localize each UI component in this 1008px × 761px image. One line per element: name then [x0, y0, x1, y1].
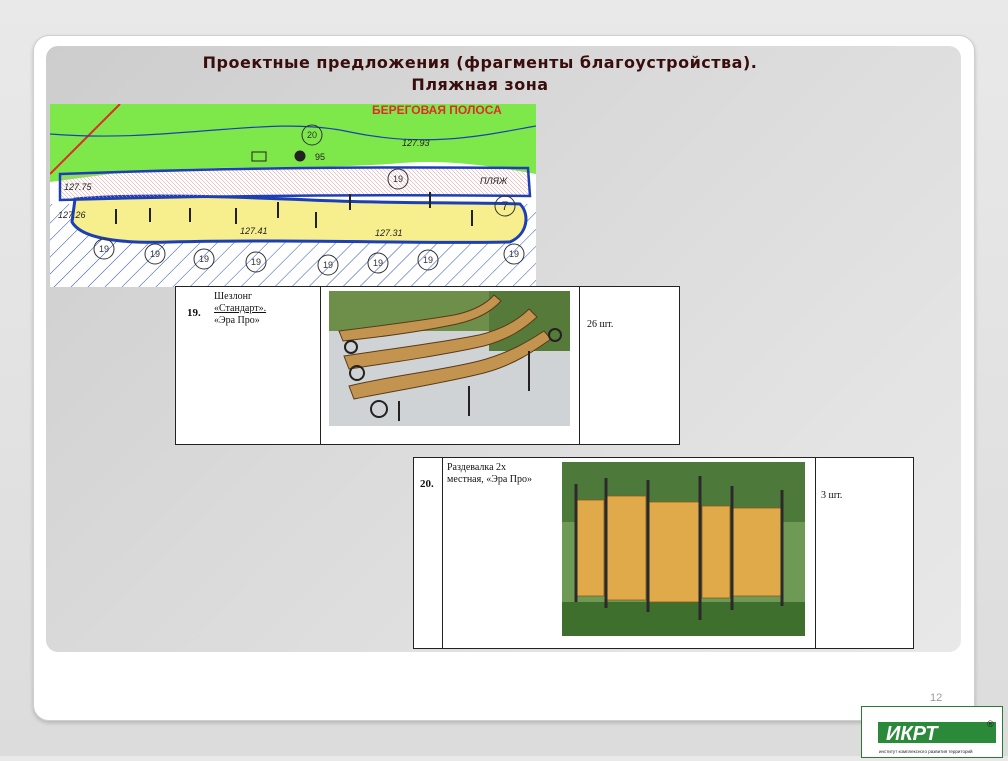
item-description: Раздевалка 2х местная, «Эра Про» — [447, 462, 532, 486]
logo-registered: ® — [987, 719, 994, 729]
item-table-19: 19. Шезлонг «Стандарт». «Эра Про» 26 шт. — [175, 286, 680, 445]
elevation-label-2: 127.75 — [64, 182, 93, 192]
beach-site-plan: БЕРЕГОВАЯ ПОЛОСА ПЛЯЖ 127.93 127.75 127.… — [50, 104, 536, 287]
item-number: 19. — [187, 307, 201, 319]
item-quantity: 3 шт. — [821, 490, 843, 501]
page-number: 12 — [930, 692, 943, 704]
sun-lounger-photo — [329, 291, 570, 426]
marker-label: 19 — [509, 249, 519, 259]
slide-title: Проектные предложения (фрагменты благоус… — [120, 52, 840, 96]
table-divider — [442, 458, 443, 648]
table-divider — [320, 287, 321, 444]
map-shore-label: БЕРЕГОВАЯ ПОЛОСА — [372, 104, 502, 117]
elevation-label-6: 95 — [315, 152, 325, 162]
elevation-label-5: 127.31 — [375, 228, 403, 238]
marker-label: 19 — [99, 244, 109, 254]
item-name-line: Раздевалка 2х — [447, 462, 507, 473]
table-divider — [815, 458, 816, 648]
item-name-line: местная, «Эра Про» — [447, 474, 532, 485]
logo-text: ИКРТ — [886, 723, 939, 745]
item-name-line: «Стандарт». — [214, 303, 267, 314]
company-logo: ИКРТ ® институт комплексного развития те… — [861, 706, 1003, 758]
item-number: 20. — [420, 478, 434, 490]
elevation-label-4: 127.41 — [240, 226, 268, 236]
item-name-line: Шезлонг — [214, 291, 253, 302]
marker-label: 19 — [393, 174, 403, 184]
marker-label: 19 — [150, 249, 160, 259]
marker-label: 20 — [307, 130, 317, 140]
logo-caption: институт комплексного развития территори… — [879, 748, 973, 754]
logo-graphic: ИКРТ ® институт комплексного развития те… — [878, 717, 996, 754]
elevation-label-1: 127.93 — [402, 138, 430, 148]
item-description: Шезлонг «Стандарт». «Эра Про» — [214, 291, 266, 327]
boardwalk — [58, 166, 532, 202]
beach-sand — [70, 194, 528, 244]
marker-label: 19 — [423, 255, 433, 265]
title-line-2: Пляжная зона — [411, 75, 549, 94]
marker-label: 19 — [323, 260, 333, 270]
map-beach-label: ПЛЯЖ — [480, 176, 508, 186]
marker-label: 7 — [502, 199, 509, 213]
marker-label: 19 — [251, 257, 261, 267]
title-line-1: Проектные предложения (фрагменты благоус… — [202, 53, 758, 72]
table-divider — [579, 287, 580, 444]
marker-label: 19 — [373, 258, 383, 268]
elevation-label-3: 127.26 — [58, 210, 86, 220]
item-quantity: 26 шт. — [587, 319, 614, 330]
item-name-line: «Эра Про» — [214, 315, 260, 326]
item-table-20: 20. Раздевалка 2х местная, «Эра Про» 3 ш… — [413, 457, 914, 649]
marker-label: 19 — [199, 254, 209, 264]
changing-cabin-photo — [562, 462, 805, 636]
